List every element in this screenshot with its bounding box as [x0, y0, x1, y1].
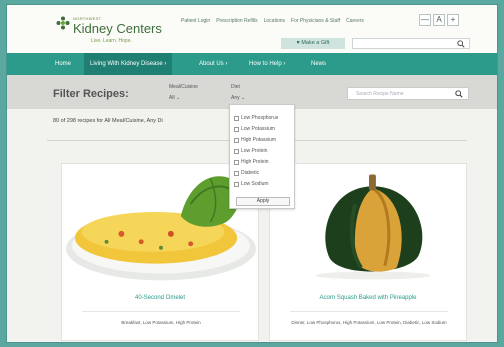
- nav-item-news[interactable]: News: [305, 53, 332, 75]
- checkbox[interactable]: [234, 148, 239, 154]
- top-link-prescription-refills[interactable]: Prescription Refills: [216, 18, 257, 24]
- font-increase-button[interactable]: +: [447, 14, 459, 26]
- top-link-patient-login[interactable]: Patient Login: [181, 18, 210, 24]
- option-label: Diabetic: [241, 170, 260, 176]
- diet-option-low-potassium[interactable]: Low Potassium: [234, 126, 275, 132]
- nav-item-home[interactable]: Home: [49, 53, 77, 75]
- diet-dropdown-menu: Low Phosphorus Low Potassium High Potass…: [229, 104, 295, 209]
- results-summary: 80 of 298 recipes for All Meal/Cuisine, …: [53, 118, 163, 124]
- checkbox[interactable]: [234, 181, 239, 187]
- nav-item-how-to-help[interactable]: How to Help ›: [243, 53, 291, 75]
- option-label: High Potassium: [241, 137, 277, 143]
- diet-select[interactable]: Any ⌄: [231, 95, 245, 101]
- font-size-controls: — A +: [419, 14, 459, 26]
- diet-option-high-potassium[interactable]: High Potassium: [234, 137, 276, 143]
- recipe-title[interactable]: Acorn Squash Baked with Pineapple: [270, 295, 466, 301]
- divider: [82, 311, 240, 312]
- checkbox[interactable]: [234, 115, 239, 121]
- option-label: Low Protein: [241, 148, 268, 154]
- diet-option-low-phosphorus[interactable]: Low Phosphorus: [234, 115, 278, 121]
- search-icon[interactable]: [455, 90, 463, 98]
- checkbox[interactable]: [234, 137, 239, 143]
- divider: [290, 311, 448, 312]
- option-label: High Protein: [241, 159, 269, 165]
- diet-option-low-protein[interactable]: Low Protein: [234, 148, 267, 154]
- search-icon[interactable]: [457, 40, 465, 48]
- top-link-physicians-staff[interactable]: For Physicians & Staff: [291, 18, 340, 24]
- diet-option-high-protein[interactable]: High Protein: [234, 159, 269, 165]
- meal-cuisine-label: Meal/Cuisine: [169, 84, 198, 90]
- diet-option-low-sodium[interactable]: Low Sodium: [234, 181, 269, 187]
- meal-cuisine-select[interactable]: All ⌄: [169, 95, 180, 101]
- nav-item-about-us[interactable]: About Us ›: [193, 53, 233, 75]
- site-search-input[interactable]: [352, 38, 470, 49]
- kidney-logo-icon[interactable]: [56, 16, 70, 30]
- top-link-locations[interactable]: Locations: [264, 18, 285, 24]
- logo-name[interactable]: Kidney Centers: [73, 21, 162, 36]
- top-links: Patient Login Prescription Refills Locat…: [181, 18, 364, 24]
- option-label: Low Phosphorus: [241, 115, 279, 121]
- recipe-card[interactable]: Acorn Squash Baked with Pineapple Dinner…: [269, 163, 467, 341]
- main-nav: Home Living With Kidney Disease › About …: [7, 53, 497, 75]
- filter-title: Filter Recipes:: [53, 88, 129, 100]
- top-link-careers[interactable]: Careers: [346, 18, 364, 24]
- checkbox[interactable]: [234, 159, 239, 165]
- option-label: Low Potassium: [241, 126, 275, 132]
- recipe-tags: Breakfast, Low Potassium, High Protein: [121, 320, 201, 325]
- checkbox[interactable]: [234, 170, 239, 176]
- apply-button[interactable]: Apply: [236, 197, 290, 206]
- acorn-squash-photo[interactable]: [270, 164, 466, 282]
- option-label: Low Sodium: [241, 181, 269, 187]
- logo-tagline: Live. Learn. Hope.: [91, 38, 132, 44]
- site-header: NORTHWEST Kidney Centers Live. Learn. Ho…: [7, 5, 497, 53]
- font-reset-button[interactable]: A: [433, 14, 445, 26]
- font-decrease-button[interactable]: —: [419, 14, 431, 26]
- recipe-tags: Dinner, Low Phosphorus, High Potassium, …: [291, 320, 447, 325]
- diet-label: Diet: [231, 84, 240, 90]
- recipe-search-input[interactable]: Search Recipe Name: [347, 87, 469, 100]
- checkbox[interactable]: [234, 126, 239, 132]
- recipe-title[interactable]: 40-Second Omelet: [62, 295, 258, 301]
- diet-option-diabetic[interactable]: Diabetic: [234, 170, 259, 176]
- nav-item-living-with-kidney-disease[interactable]: Living With Kidney Disease ›: [84, 53, 173, 75]
- page: NORTHWEST Kidney Centers Live. Learn. Ho…: [6, 4, 498, 343]
- make-a-gift-button[interactable]: ♥ Make a Gift: [281, 38, 345, 49]
- recipe-search-placeholder: Search Recipe Name: [356, 91, 404, 97]
